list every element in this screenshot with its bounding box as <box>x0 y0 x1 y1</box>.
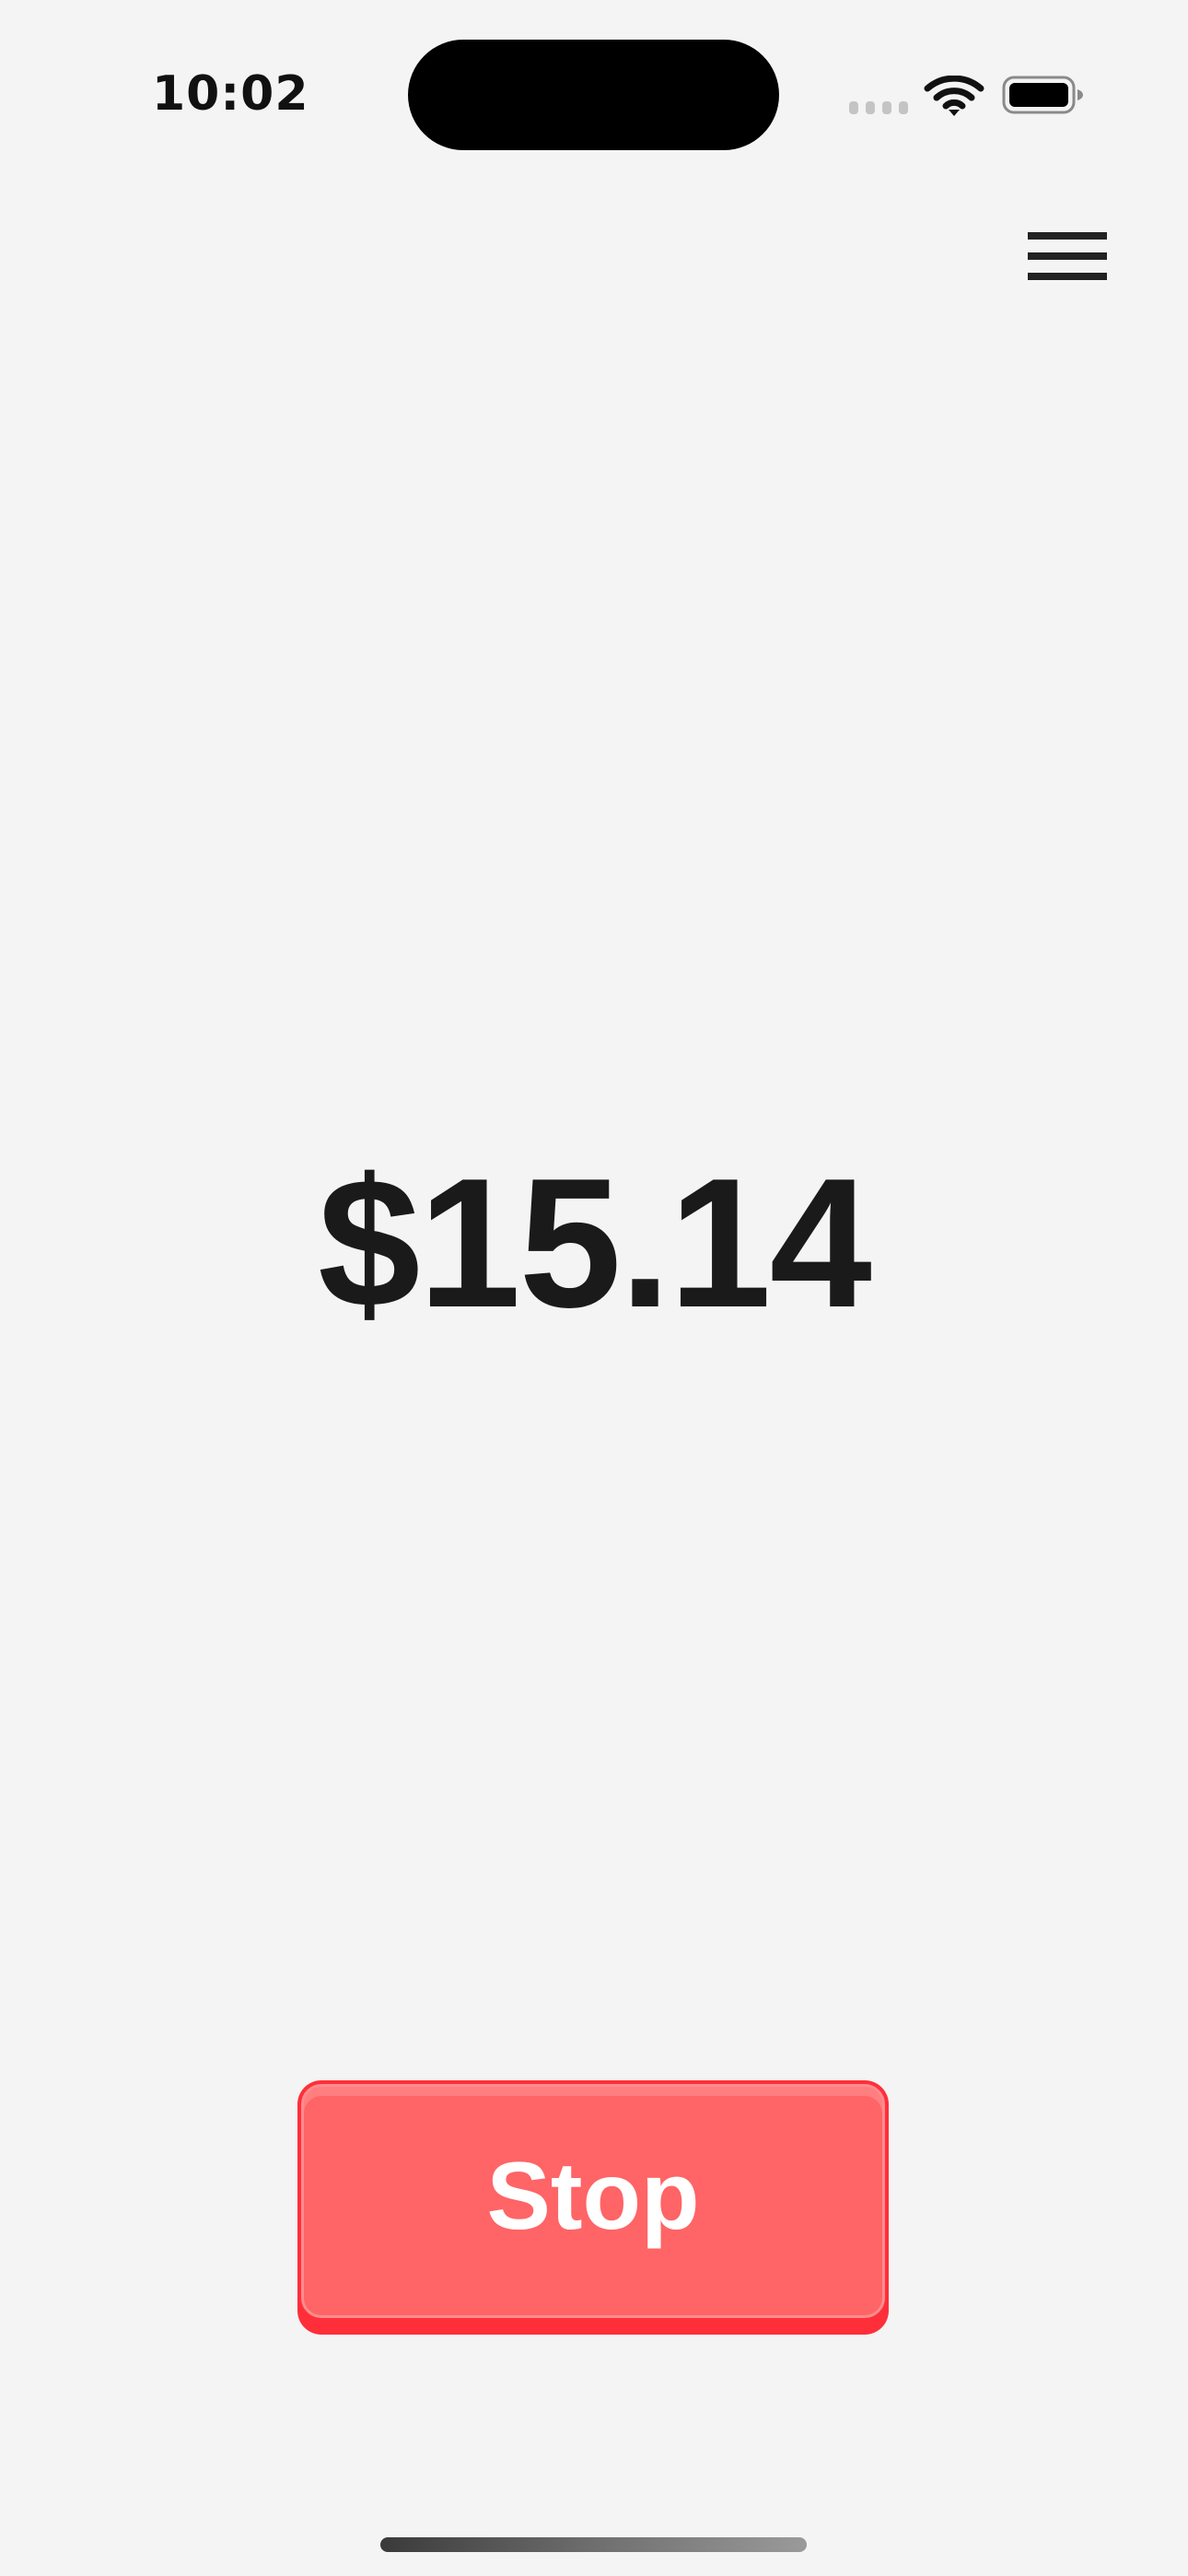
status-bar: 10:02 <box>0 0 1188 184</box>
status-time: 10:02 <box>152 66 309 122</box>
dynamic-island <box>408 40 779 150</box>
stop-button-label: Stop <box>486 2142 700 2250</box>
wifi-icon <box>924 76 984 116</box>
stop-button[interactable]: Stop <box>297 2080 889 2335</box>
battery-full-icon <box>1002 76 1083 114</box>
amount-display: $15.14 <box>318 1141 872 1346</box>
cellular-signal-icon <box>849 101 908 114</box>
hamburger-menu-icon[interactable] <box>1020 227 1109 291</box>
stop-button-face: Stop <box>301 2084 885 2318</box>
home-indicator[interactable] <box>380 2537 807 2552</box>
